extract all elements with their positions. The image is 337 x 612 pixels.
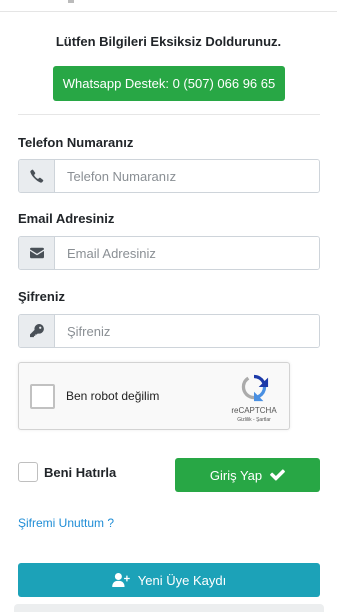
user-plus-icon bbox=[112, 573, 130, 587]
divider bbox=[18, 114, 320, 115]
envelope-icon bbox=[19, 237, 55, 269]
password-label: Şifreniz bbox=[18, 289, 65, 304]
password-input[interactable] bbox=[55, 315, 319, 347]
email-label: Email Adresiniz bbox=[18, 211, 115, 226]
register-button-label: Yeni Üye Kaydı bbox=[137, 572, 227, 588]
key-icon bbox=[19, 315, 55, 347]
phone-icon bbox=[19, 160, 55, 192]
top-edge-mark bbox=[68, 0, 74, 3]
phone-input[interactable] bbox=[55, 160, 319, 192]
phone-label: Telefon Numaranız bbox=[18, 135, 134, 150]
phone-input-group bbox=[18, 159, 320, 193]
password-input-group bbox=[18, 314, 320, 348]
recaptcha-brand: reCAPTCHA bbox=[231, 406, 277, 415]
recaptcha-icon bbox=[241, 374, 269, 402]
register-button[interactable]: Yeni Üye Kaydı bbox=[18, 563, 320, 597]
recaptcha-logo: reCAPTCHA Gizlilik - Şartlar bbox=[229, 372, 279, 423]
bottom-bar bbox=[14, 604, 324, 612]
recaptcha-widget: Ben robot değilim reCAPTCHA Gizlilik - Ş… bbox=[18, 362, 290, 430]
email-input[interactable] bbox=[55, 237, 319, 269]
recaptcha-terms[interactable]: Gizlilik - Şartlar bbox=[229, 417, 279, 423]
remember-me: Beni Hatırla bbox=[18, 462, 116, 482]
forgot-password-link[interactable]: Şifremi Unuttum ? bbox=[18, 516, 114, 530]
form-heading: Lütfen Bilgileri Eksiksiz Doldurunuz. bbox=[55, 34, 282, 49]
recaptcha-checkbox[interactable] bbox=[30, 384, 55, 409]
whatsapp-support-button[interactable]: Whatsapp Destek: 0 (507) 066 96 65 bbox=[53, 66, 285, 101]
login-button-label: Giriş Yap bbox=[209, 467, 263, 483]
email-input-group bbox=[18, 236, 320, 270]
top-edge bbox=[0, 0, 337, 12]
remember-me-label: Beni Hatırla bbox=[44, 464, 117, 480]
recaptcha-label: Ben robot değilim bbox=[66, 389, 160, 403]
login-button[interactable]: Giriş Yap bbox=[175, 458, 320, 492]
remember-me-checkbox[interactable] bbox=[18, 462, 38, 482]
check-icon bbox=[270, 469, 286, 481]
